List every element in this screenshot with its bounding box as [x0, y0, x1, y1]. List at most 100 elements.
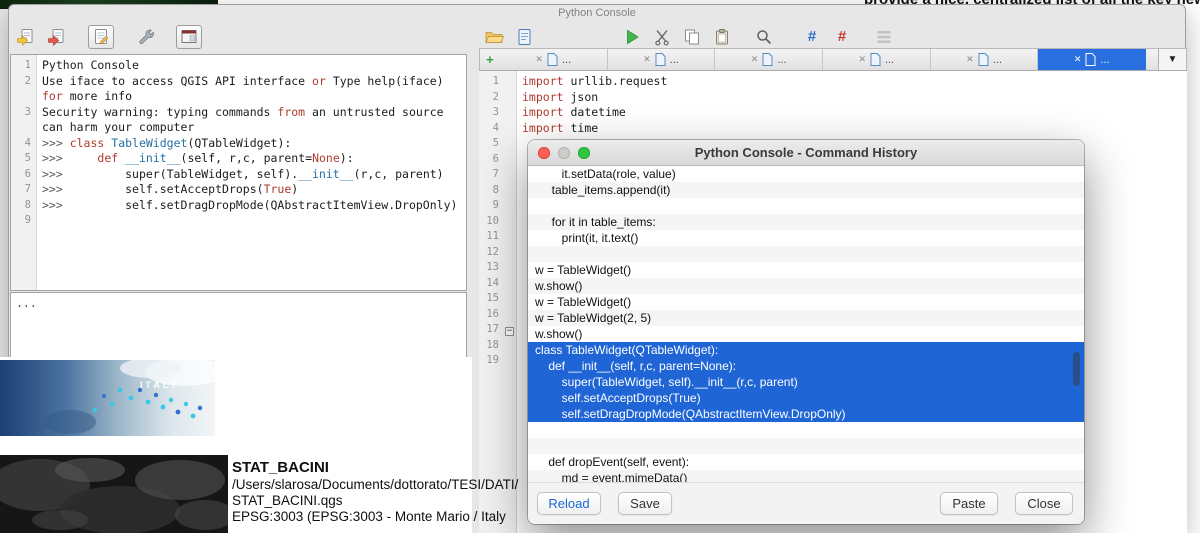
history-row[interactable]: self.setAcceptDrops(True)	[528, 390, 1084, 406]
code-line: 3 import datetime	[479, 105, 1187, 121]
editor-tab-1[interactable]: ✕ ...	[500, 49, 608, 70]
close-tab-icon[interactable]: ✕	[966, 54, 974, 65]
line-number: 9	[479, 198, 505, 214]
fold-marker-icon[interactable]: −	[505, 327, 514, 336]
dialog-button-bar: Reload Save Paste Close	[528, 482, 1084, 524]
uncomment-button[interactable]: #	[829, 25, 855, 49]
new-tab-icon[interactable]: +	[480, 49, 500, 70]
editor-tab-5[interactable]: ✕ ...	[931, 49, 1039, 70]
history-list[interactable]: it.setData(role, value) table_items.appe…	[528, 166, 1084, 482]
zoom-window-button[interactable]	[578, 147, 590, 159]
paste-button[interactable]	[709, 25, 735, 49]
clear-console-button[interactable]	[13, 25, 39, 49]
copy-button[interactable]	[679, 25, 705, 49]
editor-tab-4[interactable]: ✕ ...	[823, 49, 931, 70]
history-row[interactable]: self.setDragDropMode(QAbstractItemView.D…	[528, 406, 1084, 422]
qgis-welcome-screen: ITALY STAT_BACINI /Users/slarosa/Documen…	[0, 357, 472, 533]
find-button[interactable]	[751, 25, 777, 49]
open-script-button[interactable]	[481, 25, 507, 49]
history-row[interactable]	[528, 422, 1084, 438]
history-row[interactable]	[528, 438, 1084, 454]
close-tab-icon[interactable]: ✕	[1074, 54, 1082, 65]
history-row[interactable]: w = TableWidget()	[528, 262, 1084, 278]
editor-tab-2[interactable]: ✕ ...	[608, 49, 716, 70]
console-output-area[interactable]: 1Python Console2Use iface to access QGIS…	[10, 54, 467, 291]
reload-button[interactable]: Reload	[537, 492, 601, 515]
object-inspector-button[interactable]	[871, 25, 897, 49]
project-title: STAT_BACINI	[232, 459, 518, 477]
paste-button[interactable]: Paste	[940, 492, 998, 515]
code-text[interactable]: import urllib.request	[517, 74, 1187, 90]
scissors-icon	[652, 27, 672, 47]
code-text[interactable]: >>> self.setAcceptDrops(True)	[37, 182, 466, 198]
history-row[interactable]: class TableWidget(QTableWidget):	[528, 342, 1084, 358]
screen: provide a nice, centralized list of all …	[0, 0, 1200, 533]
console-output-code: 1Python Console2Use iface to access QGIS…	[11, 55, 466, 290]
recent-project-info[interactable]: STAT_BACINI /Users/slarosa/Documents/dot…	[232, 459, 518, 525]
window-titlebar[interactable]: Python Console	[9, 5, 1185, 20]
close-button[interactable]: Close	[1015, 492, 1073, 515]
tab-label: ...	[777, 54, 786, 66]
save-script-button[interactable]	[511, 25, 537, 49]
tab-label: ...	[885, 54, 894, 66]
recent-project-thumbnail-map[interactable]: ITALY	[0, 360, 215, 436]
history-row[interactable]: def dropEvent(self, event):	[528, 454, 1084, 470]
code-text[interactable]: >>> super(TableWidget, self).__init__(r,…	[37, 167, 466, 183]
history-row[interactable]	[528, 198, 1084, 214]
code-text[interactable]: import json	[517, 90, 1187, 106]
code-text[interactable]: import time	[517, 121, 1187, 137]
save-button[interactable]: Save	[618, 492, 672, 515]
code-text[interactable]: Use iface to access QGIS API interface o…	[37, 74, 466, 105]
history-row[interactable]: it.setData(role, value)	[528, 166, 1084, 182]
line-number: 3	[479, 105, 505, 121]
document-icon	[870, 53, 881, 66]
code-text[interactable]: Security warning: typing commands from a…	[37, 105, 466, 136]
close-tab-icon[interactable]: ✕	[751, 54, 759, 65]
line-number: 8	[11, 198, 37, 214]
run-script-button[interactable]	[619, 25, 645, 49]
line-number: 9	[11, 213, 37, 229]
recent-project-thumbnail-satellite[interactable]	[0, 455, 228, 533]
close-tab-icon[interactable]: ✕	[643, 54, 651, 65]
history-row[interactable]: w = TableWidget(2, 5)	[528, 310, 1084, 326]
document-icon	[655, 53, 666, 66]
history-row[interactable]: w = TableWidget()	[528, 294, 1084, 310]
show-editor-button[interactable]	[88, 25, 114, 49]
minimize-window-button[interactable]	[558, 147, 570, 159]
line-number: 13	[479, 260, 505, 276]
history-row[interactable]: for it in table_items:	[528, 214, 1084, 230]
line-number: 4	[479, 121, 505, 137]
cut-button[interactable]	[649, 25, 675, 49]
hash-uncomment-icon: #	[838, 29, 846, 44]
options-button[interactable]	[134, 25, 160, 49]
editor-tab-6-selected[interactable]: ✕ ...	[1038, 49, 1146, 70]
close-tab-icon[interactable]: ✕	[535, 54, 543, 65]
code-line: 3Security warning: typing commands from …	[11, 105, 466, 136]
code-line: 8>>> self.setDragDropMode(QAbstractItemV…	[11, 198, 466, 214]
tab-list-dropdown-button[interactable]: ▼	[1158, 49, 1186, 70]
wrench-icon	[137, 27, 157, 47]
code-text[interactable]: >>> self.setDragDropMode(QAbstractItemVi…	[37, 198, 466, 214]
history-row[interactable]	[528, 246, 1084, 262]
comment-button[interactable]: #	[799, 25, 825, 49]
history-row[interactable]: print(it, it.text()	[528, 230, 1084, 246]
close-tab-icon[interactable]: ✕	[858, 54, 866, 65]
history-row[interactable]: table_items.append(it)	[528, 182, 1084, 198]
history-row[interactable]: def __init__(self, r,c, parent=None):	[528, 358, 1084, 374]
history-row[interactable]: w.show()	[528, 278, 1084, 294]
save-document-icon	[514, 27, 534, 47]
console-input-area[interactable]: ...	[10, 292, 467, 359]
history-row[interactable]: md = event.mimeData()	[528, 470, 1084, 482]
history-row[interactable]: w.show()	[528, 326, 1084, 342]
editor-tab-3[interactable]: ✕ ...	[715, 49, 823, 70]
scrollbar-thumb[interactable]	[1073, 352, 1080, 386]
code-text[interactable]: import datetime	[517, 105, 1187, 121]
code-text[interactable]: Python Console	[37, 58, 466, 74]
code-text[interactable]: >>> def __init__(self, r,c, parent=None)…	[37, 151, 466, 167]
close-window-button[interactable]	[538, 147, 550, 159]
dialog-titlebar[interactable]: Python Console - Command History	[528, 140, 1084, 166]
history-row[interactable]: super(TableWidget, self).__init__(r,c, p…	[528, 374, 1084, 390]
import-class-button[interactable]	[44, 25, 70, 49]
float-panel-button[interactable]	[176, 25, 202, 49]
code-text[interactable]: >>> class TableWidget(QTableWidget):	[37, 136, 466, 152]
